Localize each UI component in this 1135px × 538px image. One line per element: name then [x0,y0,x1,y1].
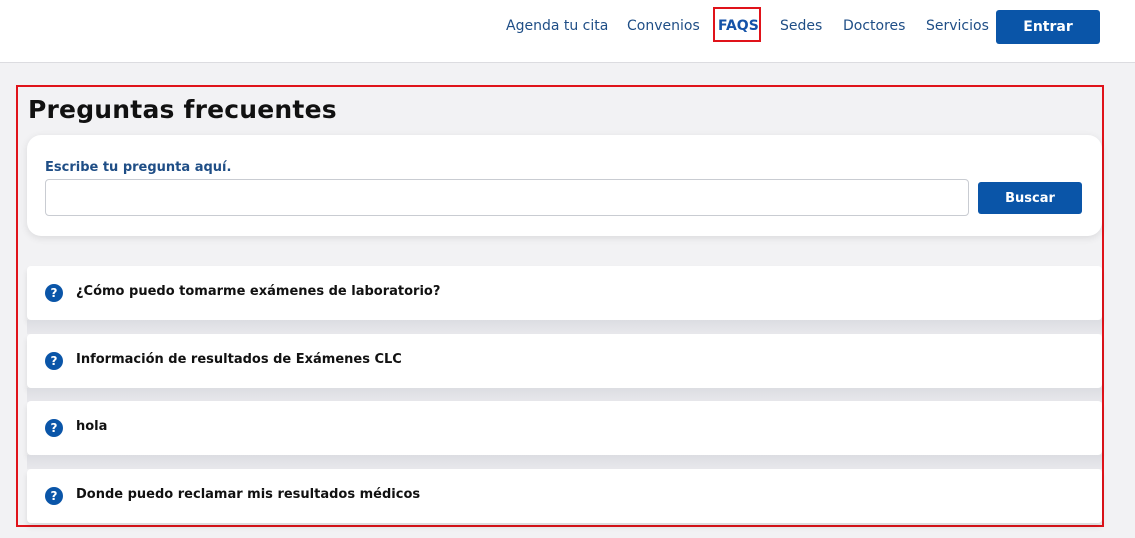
search-label: Escribe tu pregunta aquí. [45,160,232,175]
question-circle-icon: ? [45,352,63,370]
search-input[interactable] [45,179,969,216]
top-navbar: Agenda tu cita Convenios FAQS Sedes Doct… [0,0,1135,63]
faq-question: ¿Cómo puedo tomarme exámenes de laborato… [76,284,441,299]
question-circle-icon: ? [45,487,63,505]
nav-link-faqs[interactable]: FAQS [718,16,759,36]
search-card: Escribe tu pregunta aquí. Buscar [27,135,1102,236]
page-title: Preguntas frecuentes [28,95,337,124]
search-button[interactable]: Buscar [978,182,1082,214]
nav-link-sedes[interactable]: Sedes [780,16,822,36]
nav-link-servicios[interactable]: Servicios [926,16,989,36]
nav-link-convenios[interactable]: Convenios [627,16,700,36]
faq-item[interactable]: ? Donde puedo reclamar mis resultados mé… [27,469,1102,523]
faq-section: Preguntas frecuentes Escribe tu pregunta… [16,85,1104,527]
faq-question: Información de resultados de Exámenes CL… [76,352,402,367]
nav-link-doctores[interactable]: Doctores [843,16,905,36]
question-circle-icon: ? [45,419,63,437]
nav-link-agenda[interactable]: Agenda tu cita [506,16,608,36]
faq-question: hola [76,419,108,434]
faq-question: Donde puedo reclamar mis resultados médi… [76,487,421,502]
faq-item[interactable]: ? Información de resultados de Exámenes … [27,334,1102,402]
faq-item[interactable]: ? ¿Cómo puedo tomarme exámenes de labora… [27,266,1102,334]
question-circle-icon: ? [45,284,63,302]
faq-item[interactable]: ? hola [27,401,1102,469]
login-button[interactable]: Entrar [996,10,1100,44]
